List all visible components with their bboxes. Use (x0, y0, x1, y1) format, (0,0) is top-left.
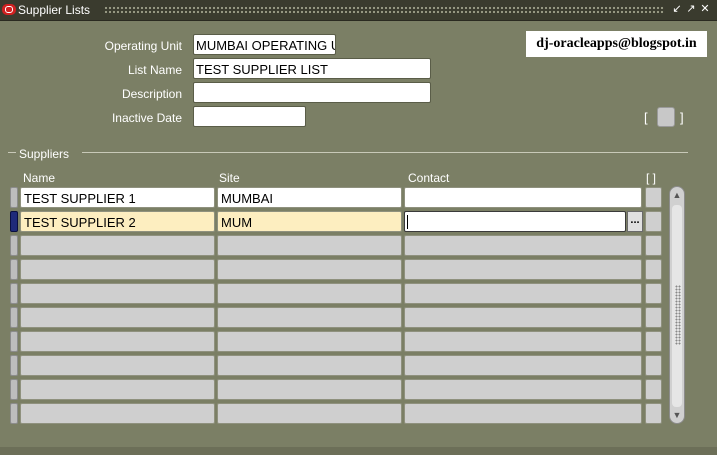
bracket-close: ] (680, 110, 684, 125)
row-indicator[interactable] (10, 259, 18, 280)
supplier-site-cell[interactable] (217, 259, 402, 280)
row-flexfield-cell[interactable] (645, 307, 662, 328)
supplier-name-cell[interactable] (20, 331, 215, 352)
bracket-open: [ (644, 110, 648, 125)
scroll-down-icon[interactable]: ▼ (671, 409, 683, 421)
row-flexfield-cell[interactable] (645, 187, 662, 208)
text-cursor (407, 215, 408, 229)
row-indicator[interactable] (10, 283, 18, 304)
vertical-scrollbar[interactable]: ▲ ▼ (669, 186, 685, 424)
supplier-site-cell[interactable] (217, 355, 402, 376)
window-bottom-edge (0, 447, 717, 455)
row-indicator[interactable] (10, 307, 18, 328)
supplier-site-cell[interactable] (217, 379, 402, 400)
suppliers-section-title: Suppliers (19, 147, 70, 161)
title-bar-grip[interactable] (104, 6, 664, 15)
supplier-name-cell[interactable] (20, 259, 215, 280)
supplier-site-cell[interactable] (217, 283, 402, 304)
supplier-contact-cell[interactable] (404, 379, 642, 400)
inactive-date-field[interactable] (193, 106, 306, 127)
close-icon[interactable]: ✕ (699, 3, 711, 16)
oracle-logo-icon (2, 4, 16, 15)
operating-unit-field[interactable]: MUMBAI OPERATING U (193, 34, 336, 55)
row-indicator-current[interactable] (10, 211, 18, 232)
row-flexfield-cell[interactable] (645, 235, 662, 256)
scroll-thumb[interactable] (672, 205, 682, 407)
description-field[interactable] (193, 82, 431, 103)
supplier-site-cell[interactable]: MUM (217, 211, 402, 232)
supplier-name-cell[interactable] (20, 403, 215, 424)
supplier-name-cell[interactable] (20, 355, 215, 376)
row-indicator[interactable] (10, 379, 18, 400)
supplier-contact-cell[interactable] (404, 331, 642, 352)
supplier-site-cell[interactable] (217, 403, 402, 424)
supplier-name-cell[interactable] (20, 235, 215, 256)
section-divider (8, 152, 688, 153)
supplier-contact-cell[interactable] (404, 187, 642, 208)
grip-icon (675, 285, 681, 345)
column-header-site: Site (219, 171, 240, 185)
supplier-contact-cell[interactable] (404, 355, 642, 376)
window-title: Supplier Lists (18, 3, 91, 17)
row-indicator[interactable] (10, 235, 18, 256)
row-flexfield-cell[interactable] (645, 283, 662, 304)
list-name-label: List Name (127, 63, 182, 77)
scroll-up-icon[interactable]: ▲ (671, 189, 683, 201)
description-label: Description (121, 87, 182, 101)
column-header-contact: Contact (408, 171, 450, 185)
row-flexfield-cell[interactable] (645, 355, 662, 376)
row-indicator[interactable] (10, 331, 18, 352)
row-flexfield-cell[interactable] (645, 331, 662, 352)
inactive-date-label: Inactive Date (111, 111, 182, 125)
supplier-contact-cell[interactable] (404, 235, 642, 256)
supplier-contact-cell[interactable] (404, 283, 642, 304)
row-indicator[interactable] (10, 403, 18, 424)
supplier-name-cell[interactable] (20, 283, 215, 304)
supplier-contact-cell[interactable] (404, 307, 642, 328)
row-indicator[interactable] (10, 355, 18, 376)
column-header-extra: [ ] (646, 171, 657, 185)
supplier-contact-input[interactable] (404, 211, 626, 232)
row-flexfield-cell[interactable] (645, 379, 662, 400)
watermark: dj-oracleapps@blogspot.in (526, 31, 707, 57)
row-flexfield-cell[interactable] (645, 259, 662, 280)
column-header-name: Name (23, 171, 56, 185)
row-flexfield-cell[interactable] (645, 403, 662, 424)
list-name-field[interactable]: TEST SUPPLIER LIST (193, 58, 431, 79)
supplier-name-cell[interactable] (20, 379, 215, 400)
minimize-icon[interactable]: ↙ (671, 3, 683, 16)
supplier-name-cell[interactable]: TEST SUPPLIER 1 (20, 187, 215, 208)
supplier-name-cell[interactable]: TEST SUPPLIER 2 (20, 211, 215, 232)
list-of-values-button[interactable]: ... (627, 211, 643, 232)
supplier-contact-cell[interactable] (404, 403, 642, 424)
supplier-name-cell[interactable] (20, 307, 215, 328)
supplier-site-cell[interactable] (217, 235, 402, 256)
maximize-icon[interactable]: ↗ (685, 3, 697, 16)
row-flexfield-cell[interactable] (645, 211, 662, 232)
row-indicator[interactable] (10, 187, 18, 208)
descriptive-flexfield-button[interactable] (657, 107, 675, 127)
operating-unit-label: Operating Unit (104, 39, 182, 53)
title-bar: Supplier Lists ↙ ↗ ✕ (0, 0, 717, 21)
supplier-site-cell[interactable] (217, 331, 402, 352)
supplier-site-cell[interactable] (217, 307, 402, 328)
supplier-site-cell[interactable]: MUMBAI (217, 187, 402, 208)
supplier-contact-cell[interactable] (404, 259, 642, 280)
